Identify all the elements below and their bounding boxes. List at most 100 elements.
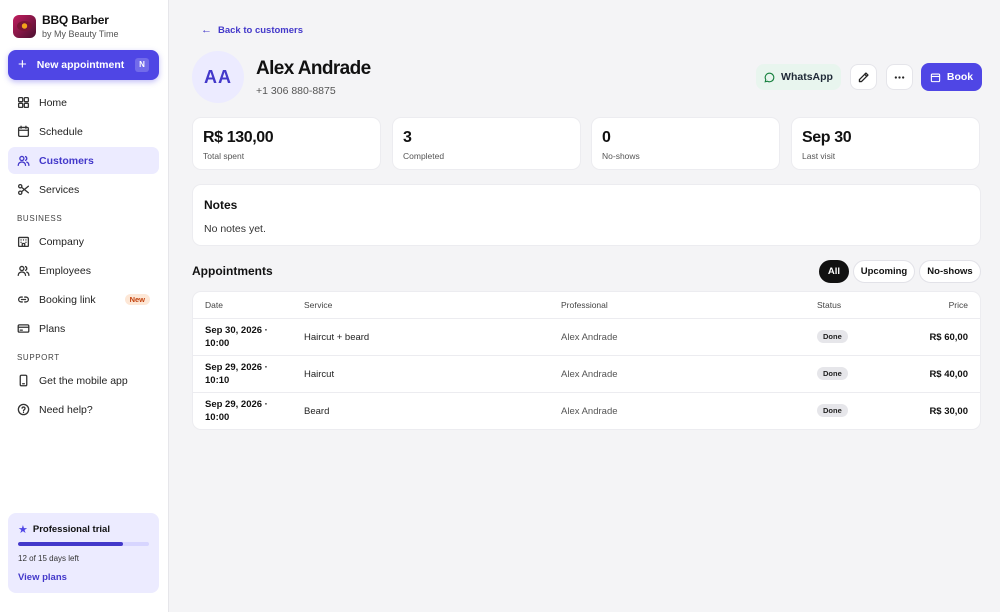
book-button[interactable]: Book <box>921 63 982 91</box>
customer-name: Alex Andrade <box>256 58 371 79</box>
table-row[interactable]: Sep 30, 2026 · 10:00 Haircut + beard Ale… <box>193 319 980 356</box>
row-price: R$ 40,00 <box>929 369 968 380</box>
calendar-icon <box>930 73 941 82</box>
sidebar-item-label: Home <box>39 96 68 109</box>
column-header-service: Service <box>304 300 333 310</box>
row-professional: Alex Andrade <box>561 369 618 380</box>
filter-all[interactable]: All <box>819 260 849 283</box>
sidebar-item-label: Schedule <box>39 125 83 138</box>
sidebar-item-booking-link[interactable]: Booking link New <box>8 286 159 313</box>
brand-subtitle: by My Beauty Time <box>42 29 119 39</box>
help-circle-icon <box>17 403 30 416</box>
sidebar-item-label: Customers <box>39 154 94 167</box>
table-row[interactable]: Sep 29, 2026 · 10:10 Haircut Alex Andrad… <box>193 356 980 393</box>
stat-label: Total spent <box>203 151 245 161</box>
chat-bubble-icon <box>764 72 775 83</box>
brand-logo <box>13 15 36 38</box>
sidebar-item-label: Plans <box>39 322 66 335</box>
link-icon <box>17 296 30 303</box>
building-icon <box>17 236 30 248</box>
stat-card-last-visit: Sep 30 Last visit <box>791 117 980 170</box>
calendar-icon <box>17 125 30 138</box>
column-header-status: Status <box>817 300 842 310</box>
book-label: Book <box>946 71 974 83</box>
section-label-business: BUSINESS <box>17 214 63 223</box>
trial-days-left: 12 of 15 days left <box>18 554 79 563</box>
stat-value: 0 <box>602 129 611 146</box>
sidebar-item-employees[interactable]: Employees <box>8 257 159 284</box>
credit-card-icon <box>17 324 30 333</box>
pencil-icon <box>858 71 869 82</box>
sidebar-item-home[interactable]: Home <box>8 89 159 116</box>
sidebar-item-help[interactable]: Need help? <box>8 396 159 423</box>
shortcut-badge: N <box>135 58 149 72</box>
row-professional: Alex Andrade <box>561 332 618 343</box>
sidebar-item-services[interactable]: Services <box>8 176 159 203</box>
row-service: Beard <box>304 406 330 417</box>
row-date: Sep 29, 2026 · 10:00 <box>205 399 268 423</box>
appointments-table: Date Service Professional Status Price S… <box>192 291 981 430</box>
trial-progress-fill <box>18 542 123 546</box>
appointments-title: Appointments <box>192 264 273 278</box>
sidebar-item-label: Booking link <box>39 293 96 306</box>
stat-label: Last visit <box>802 151 836 161</box>
stat-value: 3 <box>403 129 412 146</box>
notes-card: Notes No notes yet. <box>192 184 981 246</box>
sidebar: BBQ Barber by My Beauty Time + New appoi… <box>0 0 169 612</box>
star-icon: ★ <box>18 524 28 536</box>
customer-phone: +1 306 880-8875 <box>256 85 336 97</box>
whatsapp-button[interactable]: WhatsApp <box>756 64 841 90</box>
smartphone-icon <box>19 374 28 387</box>
column-header-price: Price <box>948 300 968 310</box>
view-plans-link[interactable]: View plans <box>18 572 67 583</box>
filter-no-shows[interactable]: No-shows <box>919 260 981 283</box>
new-appointment-button[interactable]: + New appointment N <box>8 50 159 80</box>
brand[interactable]: BBQ Barber by My Beauty Time <box>13 13 119 40</box>
status-badge: Done <box>817 404 848 417</box>
avatar: AA <box>192 51 244 103</box>
status-badge: Done <box>817 330 848 343</box>
back-link-label: Back to customers <box>218 24 304 36</box>
sidebar-item-schedule[interactable]: Schedule <box>8 118 159 145</box>
more-options-button[interactable] <box>886 64 913 90</box>
stat-card-no-shows: 0 No-shows <box>591 117 780 170</box>
sidebar-item-company[interactable]: Company <box>8 228 159 255</box>
brand-name: BBQ Barber <box>42 13 109 27</box>
row-date: Sep 29, 2026 · 10:10 <box>205 362 268 386</box>
back-to-customers-link[interactable]: ← Back to customers <box>201 24 303 36</box>
row-date: Sep 30, 2026 · 10:00 <box>205 325 268 349</box>
row-service: Haircut <box>304 369 335 380</box>
sidebar-item-label: Company <box>39 235 84 248</box>
column-header-date: Date <box>205 300 223 310</box>
whatsapp-label: WhatsApp <box>781 71 833 83</box>
row-price: R$ 30,00 <box>929 406 968 417</box>
table-row[interactable]: Sep 29, 2026 · 10:00 Beard Alex Andrade … <box>193 393 980 429</box>
stat-card-completed: 3 Completed <box>392 117 581 170</box>
row-professional: Alex Andrade <box>561 406 618 417</box>
edit-button[interactable] <box>850 64 877 90</box>
scissors-icon <box>17 183 30 196</box>
status-badge: Done <box>817 367 848 380</box>
sidebar-item-label: Get the mobile app <box>39 374 128 387</box>
new-badge: New <box>124 294 150 305</box>
users-icon <box>17 155 30 167</box>
home-icon <box>17 96 30 109</box>
stat-label: No-shows <box>602 151 640 161</box>
notes-title: Notes <box>204 198 238 212</box>
sidebar-item-mobile-app[interactable]: Get the mobile app <box>8 367 159 394</box>
stat-label: Completed <box>403 151 445 161</box>
stat-value: R$ 130,00 <box>203 129 274 146</box>
row-service: Haircut + beard <box>304 332 370 343</box>
more-horizontal-icon <box>894 75 905 79</box>
sidebar-item-label: Need help? <box>39 403 93 416</box>
filter-upcoming[interactable]: Upcoming <box>853 260 915 283</box>
sidebar-item-customers[interactable]: Customers <box>8 147 159 174</box>
sidebar-item-plans[interactable]: Plans <box>8 315 159 342</box>
notes-body: No notes yet. <box>204 223 266 235</box>
trial-card: ★ Professional trial 12 of 15 days left … <box>8 513 159 593</box>
plus-icon: + <box>18 56 27 73</box>
row-price: R$ 60,00 <box>929 332 968 343</box>
column-header-professional: Professional <box>561 300 608 310</box>
stat-value: Sep 30 <box>802 129 852 146</box>
stat-card-total-spent: R$ 130,00 Total spent <box>192 117 381 170</box>
